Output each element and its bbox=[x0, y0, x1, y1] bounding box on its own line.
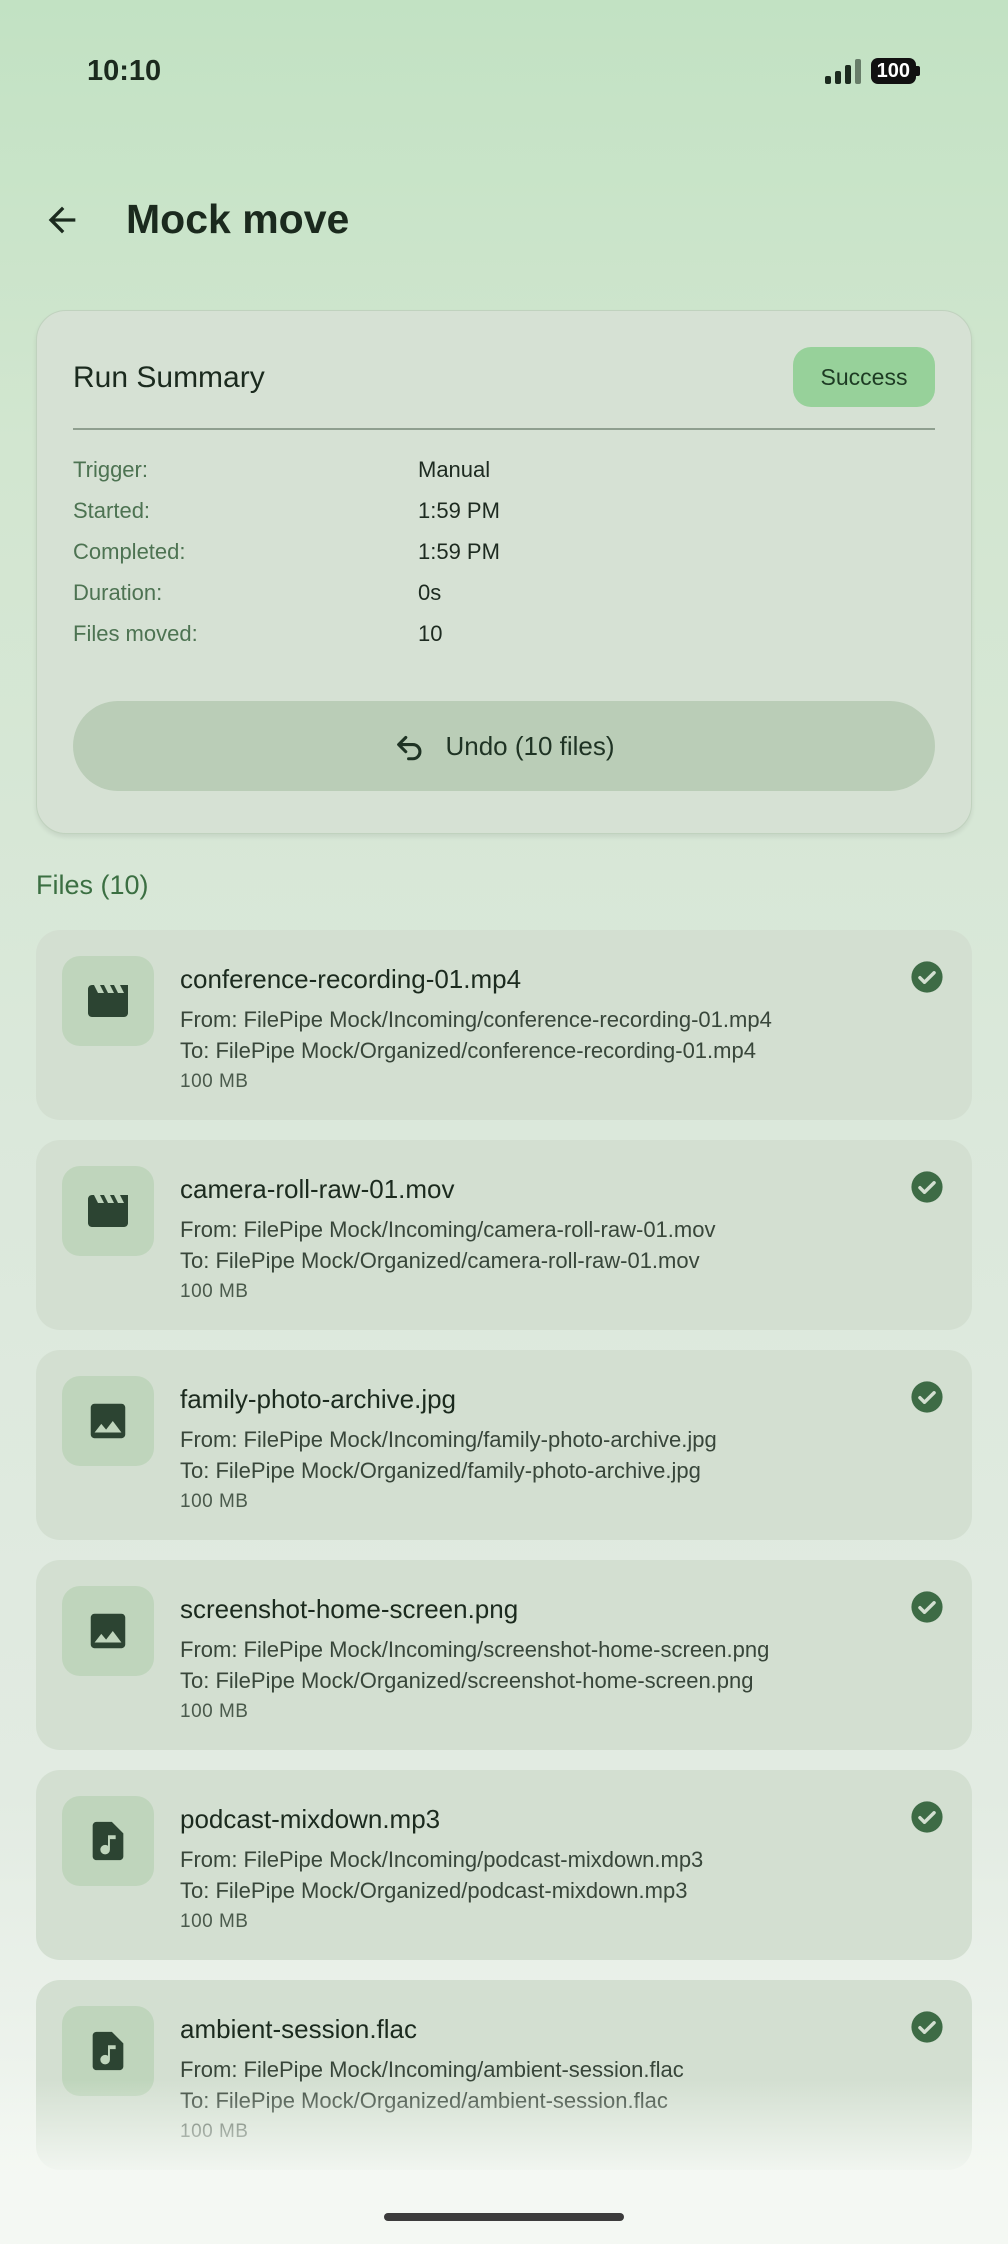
audio-file-icon bbox=[92, 1821, 124, 1861]
check-circle-icon bbox=[911, 961, 943, 993]
detail-value: 1:59 PM bbox=[418, 539, 500, 564]
detail-label: Started: bbox=[73, 498, 151, 523]
file-item[interactable]: screenshot-home-screen.png From: FilePip… bbox=[36, 1560, 972, 1750]
detail-value: 0s bbox=[418, 580, 442, 605]
check-circle-icon bbox=[911, 2011, 943, 2043]
signal-icon bbox=[824, 58, 861, 84]
file-type-icon-box bbox=[62, 1796, 154, 1886]
file-name: family-photo-archive.jpg bbox=[180, 1384, 457, 1414]
arrow-back-icon bbox=[48, 206, 76, 234]
check-circle-icon bbox=[911, 1801, 943, 1833]
file-item[interactable]: podcast-mixdown.mp3 From: FilePipe Mock/… bbox=[36, 1770, 972, 1960]
back-button[interactable] bbox=[30, 188, 94, 252]
battery-icon: 100 bbox=[870, 58, 920, 84]
detail-row-duration: Duration: 0s bbox=[73, 580, 935, 620]
image-icon bbox=[90, 1613, 126, 1649]
file-item[interactable]: conference-recording-01.mp4 From: FilePi… bbox=[36, 930, 972, 1120]
file-size: 100 MB bbox=[180, 1701, 249, 1722]
check-circle-icon bbox=[911, 1171, 943, 1203]
battery-level: 100 bbox=[870, 58, 916, 84]
home-indicator[interactable] bbox=[384, 2213, 624, 2221]
file-destination-path: To: FilePipe Mock/Organized/family-photo… bbox=[180, 1458, 701, 1483]
file-name: podcast-mixdown.mp3 bbox=[180, 1804, 441, 1834]
file-name: conference-recording-01.mp4 bbox=[180, 964, 522, 994]
summary-title: Run Summary bbox=[73, 361, 265, 394]
file-type-icon-box bbox=[62, 1586, 154, 1676]
detail-row-started: Started: 1:59 PM bbox=[73, 498, 935, 538]
status-bar: 10:10 100 bbox=[0, 0, 1008, 148]
file-size: 100 MB bbox=[180, 1491, 249, 1512]
detail-row-files-moved: Files moved: 10 bbox=[73, 621, 935, 661]
movie-icon bbox=[88, 1195, 128, 1227]
detail-label: Duration: bbox=[73, 580, 163, 605]
file-destination-path: To: FilePipe Mock/Organized/conference-r… bbox=[180, 1038, 756, 1063]
undo-label: Undo (10 files) bbox=[445, 730, 615, 761]
file-name: camera-roll-raw-01.mov bbox=[180, 1174, 455, 1204]
file-size: 100 MB bbox=[180, 2121, 249, 2142]
run-summary-card: Run Summary Success Trigger: Manual Star… bbox=[36, 310, 972, 834]
detail-row-trigger: Trigger: Manual bbox=[73, 457, 935, 497]
image-icon bbox=[90, 1403, 126, 1439]
file-name: ambient-session.flac bbox=[180, 2014, 417, 2044]
detail-value: Manual bbox=[418, 457, 491, 482]
check-circle-icon bbox=[911, 1591, 943, 1623]
file-source-path: From: FilePipe Mock/Incoming/podcast-mix… bbox=[180, 1847, 704, 1872]
detail-value: 1:59 PM bbox=[418, 498, 500, 523]
file-destination-path: To: FilePipe Mock/Organized/ambient-sess… bbox=[180, 2088, 668, 2113]
movie-icon bbox=[88, 985, 128, 1017]
audio-file-icon bbox=[92, 2031, 124, 2071]
file-item[interactable]: ambient-session.flac From: FilePipe Mock… bbox=[36, 1980, 972, 2170]
page-title: Mock move bbox=[126, 196, 350, 242]
detail-value: 10 bbox=[418, 621, 443, 646]
file-size: 100 MB bbox=[180, 1071, 249, 1092]
file-source-path: From: FilePipe Mock/Incoming/conference-… bbox=[180, 1007, 772, 1032]
divider bbox=[73, 428, 935, 430]
file-type-icon-box bbox=[62, 1166, 154, 1256]
undo-button[interactable]: Undo (10 files) bbox=[73, 701, 935, 791]
file-source-path: From: FilePipe Mock/Incoming/ambient-ses… bbox=[180, 2057, 684, 2082]
file-destination-path: To: FilePipe Mock/Organized/camera-roll-… bbox=[180, 1248, 700, 1273]
file-type-icon-box bbox=[62, 2006, 154, 2096]
detail-label: Trigger: bbox=[73, 457, 148, 482]
file-size: 100 MB bbox=[180, 1911, 249, 1932]
status-time: 10:10 bbox=[87, 55, 162, 87]
file-destination-path: To: FilePipe Mock/Organized/screenshot-h… bbox=[180, 1668, 754, 1693]
detail-label: Files moved: bbox=[73, 621, 198, 646]
file-item[interactable]: family-photo-archive.jpg From: FilePipe … bbox=[36, 1350, 972, 1540]
files-heading: Files (10) bbox=[36, 870, 149, 900]
status-badge: Success bbox=[793, 347, 935, 407]
file-name: screenshot-home-screen.png bbox=[180, 1594, 519, 1624]
file-source-path: From: FilePipe Mock/Incoming/family-phot… bbox=[180, 1427, 717, 1452]
file-destination-path: To: FilePipe Mock/Organized/podcast-mixd… bbox=[180, 1878, 688, 1903]
app-bar: Mock move bbox=[0, 180, 1008, 260]
file-size: 100 MB bbox=[180, 1281, 249, 1302]
status-icons: 100 bbox=[824, 58, 920, 84]
undo-icon bbox=[397, 735, 422, 761]
check-circle-icon bbox=[911, 1381, 943, 1413]
detail-row-completed: Completed: 1:59 PM bbox=[73, 539, 935, 579]
file-type-icon-box bbox=[62, 1376, 154, 1466]
file-type-icon-box bbox=[62, 956, 154, 1046]
file-source-path: From: FilePipe Mock/Incoming/screenshot-… bbox=[180, 1637, 770, 1662]
file-source-path: From: FilePipe Mock/Incoming/camera-roll… bbox=[180, 1217, 716, 1242]
file-item[interactable]: camera-roll-raw-01.mov From: FilePipe Mo… bbox=[36, 1140, 972, 1330]
detail-label: Completed: bbox=[73, 539, 186, 564]
